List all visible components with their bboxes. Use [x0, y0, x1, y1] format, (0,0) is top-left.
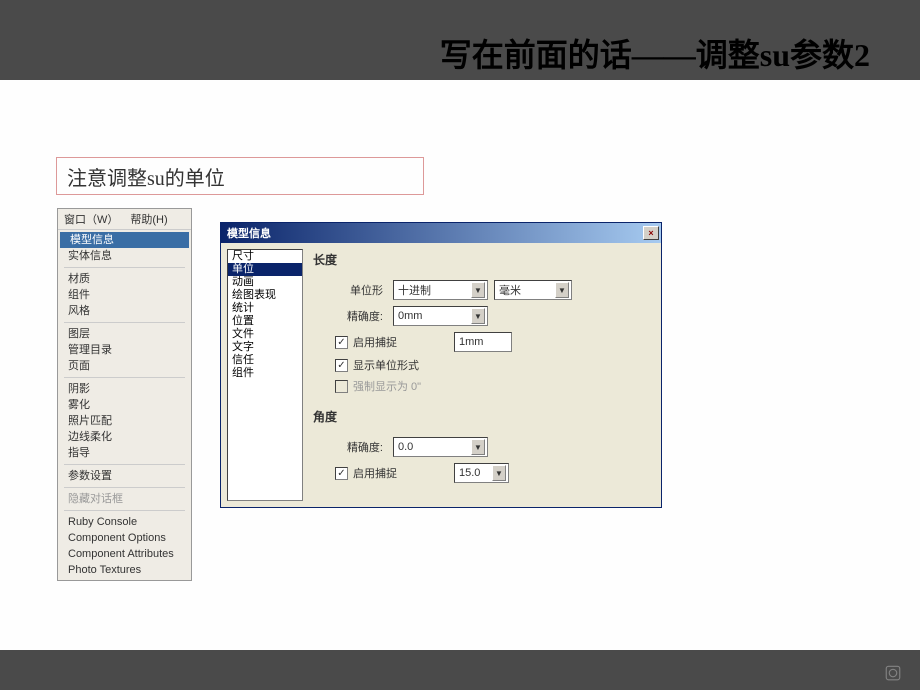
force-display-label: 强制显示为 0"	[353, 378, 421, 394]
dialog-sidebar: 尺寸 单位 动画 绘图表现 统计 位置 文件 文字 信任 组件	[227, 249, 303, 501]
chevron-down-icon: ▼	[492, 465, 506, 481]
menu-item-materials[interactable]: 材质	[58, 271, 191, 287]
snap-length-input[interactable]: 1mm	[454, 332, 512, 352]
dialog-titlebar[interactable]: 模型信息 ×	[221, 223, 661, 243]
sidebar-item-location[interactable]: 位置	[228, 315, 302, 328]
sidebar-item-animation[interactable]: 动画	[228, 276, 302, 289]
menu-item-preferences[interactable]: 参数设置	[58, 468, 191, 484]
display-units-label: 显示单位形式	[353, 357, 419, 373]
length-section-header: 长度	[313, 251, 647, 268]
unit-type-value: 毫米	[499, 282, 521, 298]
angle-precision-value: 0.0	[398, 441, 413, 453]
angle-snap-dropdown[interactable]: 15.0 ▼	[454, 463, 509, 483]
chevron-down-icon: ▼	[471, 282, 485, 298]
angle-precision-label: 精确度:	[313, 439, 387, 455]
menu-item-fog[interactable]: 雾化	[58, 397, 191, 413]
menu-item-components[interactable]: 组件	[58, 287, 191, 303]
sidebar-item-units[interactable]: 单位	[228, 263, 302, 276]
menu-item-comp-attributes[interactable]: Component Attributes	[58, 546, 191, 562]
enable-length-snap-checkbox[interactable]: ✓	[335, 336, 348, 349]
display-units-checkbox[interactable]: ✓	[335, 359, 348, 372]
sidebar-item-statistics[interactable]: 统计	[228, 302, 302, 315]
menu-item-styles[interactable]: 风格	[58, 303, 191, 319]
callout-box: 注意调整su的单位	[56, 157, 424, 195]
chevron-down-icon: ▼	[555, 282, 569, 298]
menu-item-soften[interactable]: 边线柔化	[58, 429, 191, 445]
menu-item-hide-dialogs: 隐藏对话框	[58, 491, 191, 507]
menu-item-pages[interactable]: 页面	[58, 358, 191, 374]
chevron-down-icon: ▼	[471, 308, 485, 324]
unit-format-value: 十进制	[398, 282, 431, 298]
force-display-checkbox	[335, 380, 348, 393]
sidebar-item-credits[interactable]: 信任	[228, 354, 302, 367]
menu-item-shadows[interactable]: 阴影	[58, 381, 191, 397]
enable-length-snap-label: 启用捕捉	[353, 334, 397, 350]
menu-item-ruby-console[interactable]: Ruby Console	[58, 514, 191, 530]
menu-item-entity-info[interactable]: 实体信息	[58, 248, 191, 264]
angle-section-header: 角度	[313, 408, 647, 425]
menu-item-match-photo[interactable]: 照片匹配	[58, 413, 191, 429]
enable-angle-snap-checkbox[interactable]: ✓	[335, 467, 348, 480]
unit-type-dropdown[interactable]: 毫米 ▼	[494, 280, 572, 300]
callout-text: 注意调整su的单位	[67, 162, 225, 191]
dialog-title: 模型信息	[227, 225, 271, 241]
sidebar-item-dimensions[interactable]: 尺寸	[228, 250, 302, 263]
unit-format-label: 单位形	[313, 282, 387, 298]
menu-item-model-info[interactable]: 模型信息	[60, 232, 189, 248]
page-title: 写在前面的话——调整su参数2	[440, 30, 870, 76]
menu-tab-help[interactable]: 帮助(H)	[124, 209, 173, 229]
sidebar-item-text[interactable]: 文字	[228, 341, 302, 354]
length-precision-label: 精确度:	[313, 308, 387, 324]
sidebar-item-components[interactable]: 组件	[228, 367, 302, 380]
close-button[interactable]: ×	[643, 226, 659, 240]
menu-item-photo-textures[interactable]: Photo Textures	[58, 562, 191, 578]
footer-logo-icon	[884, 664, 902, 682]
menu-tab-window[interactable]: 窗口（W）	[58, 209, 124, 229]
menu-item-outliner[interactable]: 管理目录	[58, 342, 191, 358]
menu-item-layers[interactable]: 图层	[58, 326, 191, 342]
unit-format-dropdown[interactable]: 十进制 ▼	[393, 280, 488, 300]
sidebar-item-file[interactable]: 文件	[228, 328, 302, 341]
angle-precision-dropdown[interactable]: 0.0 ▼	[393, 437, 488, 457]
chevron-down-icon: ▼	[471, 439, 485, 455]
window-menu-dropdown: 窗口（W） 帮助(H) 模型信息 实体信息 材质 组件 风格 图层 管理目录 页…	[57, 208, 192, 581]
angle-snap-value: 15.0	[459, 467, 480, 479]
length-precision-dropdown[interactable]: 0mm ▼	[393, 306, 488, 326]
enable-angle-snap-label: 启用捕捉	[353, 465, 397, 481]
menu-item-instructor[interactable]: 指导	[58, 445, 191, 461]
length-precision-value: 0mm	[398, 310, 422, 322]
model-info-dialog: 模型信息 × 尺寸 单位 动画 绘图表现 统计 位置 文件 文字 信任 组件 长…	[220, 222, 662, 508]
dialog-main: 长度 单位形 十进制 ▼ 毫米 ▼ 精确度: 0mm ▼	[313, 249, 655, 501]
menu-item-comp-options[interactable]: Component Options	[58, 530, 191, 546]
sidebar-item-rendering[interactable]: 绘图表现	[228, 289, 302, 302]
